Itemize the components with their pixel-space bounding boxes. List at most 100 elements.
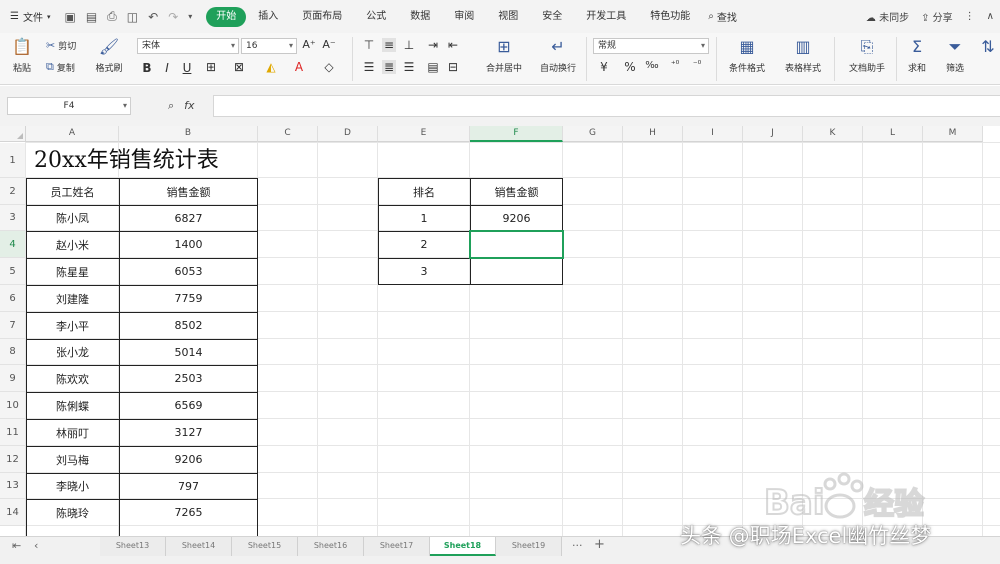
row-header[interactable]: 11 — [0, 419, 26, 446]
sum-button[interactable]: Σ 求和 — [902, 37, 932, 74]
row-header[interactable]: 7 — [0, 312, 26, 339]
column-header[interactable]: G — [563, 126, 623, 142]
row-header[interactable]: 13 — [0, 473, 26, 499]
employee-name-cell[interactable]: 陈俐蝶 — [26, 392, 119, 419]
zoom-icon[interactable]: ⌕ — [168, 99, 174, 113]
sales-amount-cell[interactable]: 6569 — [119, 392, 258, 419]
font-color-icon[interactable]: A — [292, 60, 306, 74]
pdf-icon[interactable]: ▤ — [86, 10, 97, 24]
menu-tab[interactable]: 开始 — [206, 6, 247, 27]
column-header[interactable]: H — [623, 126, 683, 142]
column-header[interactable]: A — [26, 126, 119, 142]
sort-button[interactable]: ⇅ — [978, 37, 998, 57]
rank-cell[interactable]: 1 — [378, 205, 470, 231]
menu-tab[interactable]: 开发工具 — [574, 7, 638, 27]
employee-name-cell[interactable]: 陈晓玲 — [26, 499, 119, 526]
column-header[interactable]: D — [318, 126, 378, 142]
column-header[interactable]: J — [743, 126, 803, 142]
rank-amount-cell[interactable] — [470, 258, 563, 285]
conditional-format-button[interactable]: ▦ 条件格式 — [722, 37, 772, 74]
paste-button[interactable]: 📋 粘贴 — [8, 37, 36, 74]
chevron-down-icon[interactable]: ▾ — [188, 12, 192, 21]
align-top-icon[interactable]: ⊤ — [362, 38, 376, 52]
font-size-select[interactable]: 16 ▾ — [241, 38, 297, 54]
sales-amount-cell[interactable]: 6827 — [119, 205, 258, 231]
clear-format-icon[interactable]: ◇ — [322, 60, 336, 74]
menu-tab[interactable]: 审阅 — [442, 7, 486, 27]
employee-name-cell[interactable]: 赵小米 — [26, 231, 119, 258]
column-header[interactable]: E — [378, 126, 470, 142]
name-box[interactable]: F4 ▾ — [7, 97, 131, 115]
row-header[interactable]: 6 — [0, 285, 26, 312]
align-middle-icon[interactable]: ≡ — [382, 38, 396, 52]
italic-icon[interactable]: I — [160, 61, 174, 75]
employee-name-cell[interactable]: 张小龙 — [26, 339, 119, 365]
collapse-ribbon-icon[interactable]: ∧ — [987, 11, 994, 22]
row-header[interactable]: 3 — [0, 205, 26, 231]
align-bottom-icon[interactable]: ⊥ — [402, 38, 416, 52]
employee-name-cell[interactable]: 李晓小 — [26, 473, 119, 499]
sheet-tab[interactable]: Sheet18 — [430, 537, 496, 556]
share-button[interactable]: ⇪ 分享 — [921, 9, 953, 24]
menu-tab[interactable]: 特色功能 — [638, 7, 702, 27]
rank-header-cell[interactable]: 排名 — [378, 178, 470, 205]
fill-color-icon[interactable]: ◭ — [264, 60, 278, 74]
print-icon[interactable]: ⎙ — [107, 9, 117, 24]
sheet-tab[interactable]: Sheet14 — [166, 537, 232, 556]
employee-name-cell[interactable]: 刘建隆 — [26, 285, 119, 312]
sales-amount-cell[interactable]: 8502 — [119, 312, 258, 339]
column-header[interactable]: L — [863, 126, 923, 142]
font-name-select[interactable]: 宋体 ▾ — [137, 38, 239, 54]
prev-sheet-icon[interactable]: ‹ — [34, 539, 38, 552]
row-header[interactable]: 4 — [0, 231, 26, 258]
row-header[interactable]: 12 — [0, 446, 26, 473]
sheet-title-cell[interactable]: 20xx年销售统计表 — [27, 143, 267, 178]
column-header[interactable]: C — [258, 126, 318, 142]
menu-tab[interactable]: 视图 — [486, 7, 530, 27]
decrease-font-icon[interactable]: A⁻ — [322, 38, 336, 51]
column-header[interactable]: M — [923, 126, 983, 142]
sales-amount-cell[interactable]: 7759 — [119, 285, 258, 312]
save-icon[interactable]: ▣ — [64, 10, 75, 24]
doc-helper-button[interactable]: ⎘ 文档助手 — [842, 37, 892, 74]
menu-tab[interactable]: 数据 — [398, 7, 442, 27]
preview-icon[interactable]: ◫ — [127, 10, 138, 24]
column-header[interactable]: I — [683, 126, 743, 142]
first-sheet-icon[interactable]: ⇤ — [12, 539, 21, 552]
sales-amount-cell[interactable]: 797 — [119, 473, 258, 499]
undo-icon[interactable]: ↶ — [148, 10, 158, 24]
column-header[interactable]: K — [803, 126, 863, 142]
row-header[interactable]: 14 — [0, 499, 26, 526]
merge-center-button[interactable]: ⊞ 合并居中 — [478, 37, 530, 74]
more-icon[interactable]: ⋮ — [965, 11, 975, 22]
rank-amount-header-cell[interactable]: 销售金额 — [470, 178, 563, 205]
row-header[interactable]: 9 — [0, 365, 26, 392]
align-right-icon[interactable]: ☰ — [402, 60, 416, 74]
rank-cell[interactable]: 2 — [378, 231, 470, 258]
more-sheets-icon[interactable]: ··· — [572, 539, 583, 552]
rank-cell[interactable]: 3 — [378, 258, 470, 285]
increase-decimal-icon[interactable]: ⁺⁰ — [668, 60, 682, 70]
row-header[interactable]: 5 — [0, 258, 26, 285]
employee-name-cell[interactable]: 刘马梅 — [26, 446, 119, 473]
select-all-corner[interactable] — [0, 126, 26, 142]
row-header[interactable]: 2 — [0, 178, 26, 205]
file-menu[interactable]: ☰ 文件 ▾ — [10, 9, 50, 24]
header-cell-amount[interactable]: 销售金额 — [119, 178, 258, 205]
employee-name-cell[interactable]: 林丽叮 — [26, 419, 119, 446]
employee-name-cell[interactable]: 陈星星 — [26, 258, 119, 285]
menu-tab[interactable]: 公式 — [354, 7, 398, 27]
sheet-tab[interactable]: Sheet17 — [364, 537, 430, 556]
employee-name-cell[interactable]: 陈小凤 — [26, 205, 119, 231]
employee-name-cell[interactable]: 李小平 — [26, 312, 119, 339]
thousands-icon[interactable]: ‰ — [645, 60, 659, 71]
sales-amount-cell[interactable]: 3127 — [119, 419, 258, 446]
sheet-tab[interactable]: Sheet19 — [496, 537, 562, 556]
header-cell-name[interactable]: 员工姓名 — [26, 178, 119, 205]
sheet-tab[interactable]: Sheet15 — [232, 537, 298, 556]
currency-icon[interactable]: ¥ — [597, 60, 611, 74]
auto-wrap-button[interactable]: ↵ 自动换行 — [534, 37, 582, 74]
column-header[interactable]: F — [470, 126, 563, 142]
underline-icon[interactable]: U — [180, 61, 194, 75]
outdent-icon[interactable]: ⇤ — [446, 38, 460, 52]
